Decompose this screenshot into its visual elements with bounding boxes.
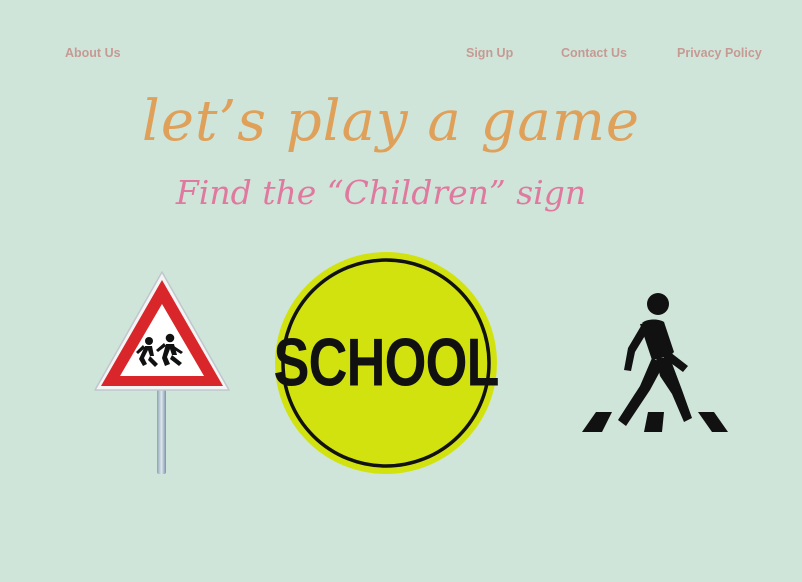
nav-privacy-policy[interactable]: Privacy Policy [677, 45, 762, 61]
pedestrian-crossing-icon [582, 293, 728, 432]
nav-about-us[interactable]: About Us [65, 45, 121, 61]
game-instruction: Find the “Children” sign [175, 173, 587, 212]
children-crossing-sign-icon [94, 271, 230, 474]
children-sign-option[interactable] [92, 268, 232, 478]
nav-contact-us[interactable]: Contact Us [561, 45, 627, 61]
school-sign-option[interactable]: SCHOOL [272, 249, 500, 477]
pedestrian-sign-option[interactable] [578, 290, 734, 438]
nav-sign-up[interactable]: Sign Up [466, 45, 513, 61]
page-title: let’s play a game [141, 89, 641, 154]
school-sign-text: SCHOOL [273, 325, 499, 401]
